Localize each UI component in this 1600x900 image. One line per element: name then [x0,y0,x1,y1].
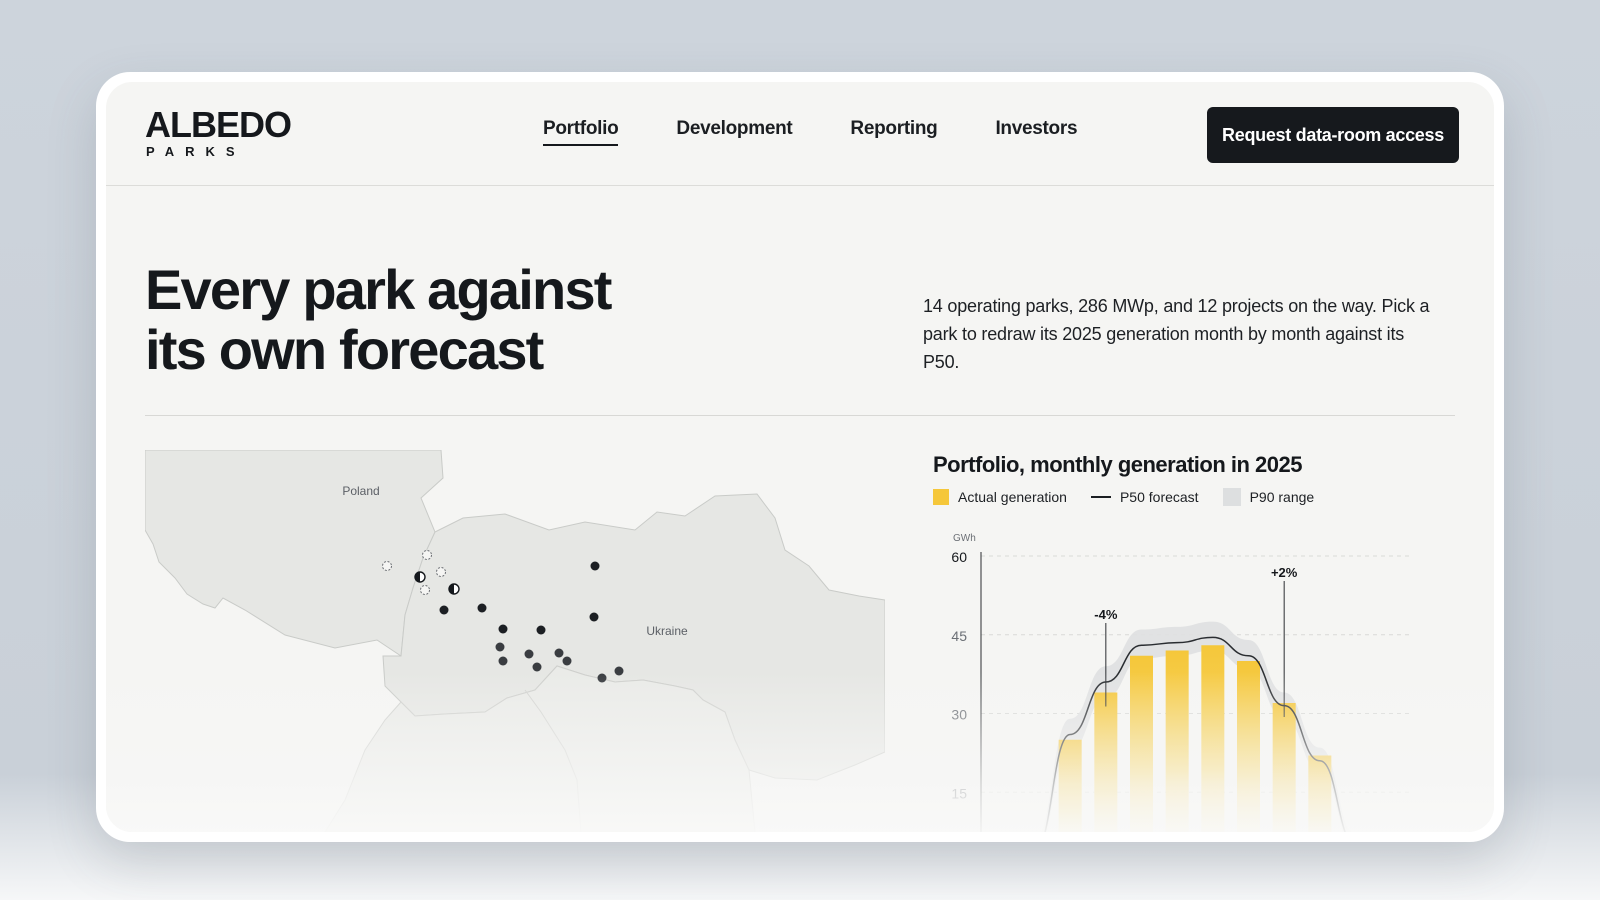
y-tick-label: 45 [951,628,967,644]
park-marker-operating[interactable] [562,656,572,666]
nav-link-portfolio[interactable]: Portfolio [543,118,619,146]
legend-p50[interactable]: P50 forecast [1090,489,1199,505]
bar-actual-aug [1237,661,1260,832]
park-marker-operating[interactable] [536,625,546,635]
legend-label-actual: Actual generation [958,489,1067,505]
hero-intro: 14 operating parks, 286 MWp, and 12 proj… [923,296,1430,372]
legend-p90[interactable]: P90 range [1222,488,1315,506]
brand-sub: PARKS [146,144,246,159]
p90-range-band [1041,621,1351,832]
bar-actual-sep [1272,703,1296,832]
nav-link-development[interactable]: Development [676,118,792,146]
request-data-room-button[interactable]: Request data-room access [1207,107,1459,163]
nav-link-reporting[interactable]: Reporting [850,118,937,146]
park-marker-operating[interactable] [477,603,487,613]
park-marker-operating[interactable] [597,673,607,683]
device-frame: ALBEDO PARKS Portfolio Development Repor… [96,72,1504,842]
section-divider [145,415,1455,416]
hero-headline: Every park against its own forecast [145,260,665,380]
y-tick-label: 60 [951,549,967,565]
chart-title: Portfolio, monthly generation in 2025 [933,452,1303,477]
annotation-label: -4% [1094,607,1118,622]
y-tick-label: 30 [951,707,967,723]
park-marker-planned[interactable] [422,550,432,560]
park-marker-operating[interactable] [495,642,505,652]
park-marker-operating[interactable] [589,612,599,622]
nav-links: Portfolio Development Reporting Investor… [543,118,1135,146]
park-marker-planned[interactable] [420,585,430,595]
park-marker-operating[interactable] [554,648,564,658]
page-viewport: ALBEDO PARKS Portfolio Development Repor… [106,82,1494,832]
legend-actual[interactable]: Actual generation [933,489,1067,505]
park-marker-operating[interactable] [532,662,542,672]
portfolio-map[interactable]: Poland Ukraine [145,450,885,832]
map-label-poland: Poland [342,484,379,498]
map-label-ukraine: Ukraine [646,624,688,638]
p50-forecast-line [1044,636,1346,832]
top-nav: ALBEDO PARKS Portfolio Development Repor… [106,82,1494,186]
bar-actual-apr [1094,692,1118,832]
bar-actual-may [1130,655,1153,832]
park-marker-construction[interactable] [448,583,460,595]
legend-label-p50: P50 forecast [1119,489,1199,505]
legend-swatch-p50 [1090,496,1111,498]
y-axis-unit: GWh [953,533,976,544]
park-marker-operating[interactable] [614,666,624,676]
annotation-label: +2% [1271,565,1298,580]
park-marker-operating[interactable] [498,624,508,634]
generation-chart[interactable]: 15 30 45 60 GWh -4% +2% [933,516,1421,832]
bar-actual-mar [1058,739,1082,832]
bar-actual-jul [1201,645,1225,832]
park-marker-operating[interactable] [439,605,449,615]
nav-link-investors[interactable]: Investors [995,118,1077,146]
park-marker-planned[interactable] [382,561,392,571]
legend-swatch-p90 [1222,488,1241,506]
headline-line-2: its own forecast [145,318,544,381]
legend-label-p90: P90 range [1249,489,1315,505]
park-marker-operating[interactable] [590,561,600,571]
legend-swatch-actual [933,489,949,505]
bar-actual-jun [1165,650,1189,832]
park-marker-construction[interactable] [414,571,426,583]
map-region-poland [145,450,444,657]
brand-logo[interactable]: ALBEDO PARKS [145,104,292,160]
park-marker-operating[interactable] [524,649,534,659]
headline-line-1: Every park against [145,258,612,321]
brand-name: ALBEDO [145,104,292,145]
park-marker-planned[interactable] [436,567,446,577]
park-marker-operating[interactable] [498,656,508,666]
chart-legend: Actual generation P50 forecast P90 range [933,488,1338,506]
y-tick-label: 15 [951,785,967,801]
